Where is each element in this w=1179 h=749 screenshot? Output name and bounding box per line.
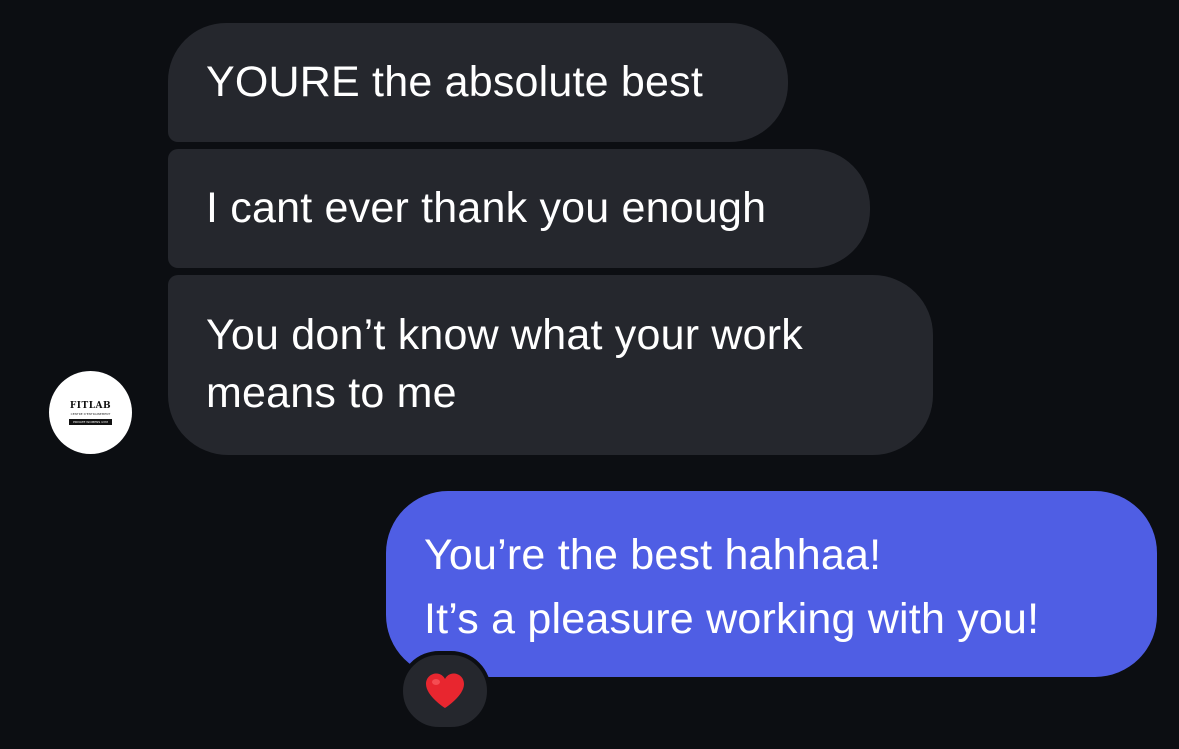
message-reaction[interactable]: [399, 651, 491, 731]
message-text: I cant ever thank you enough: [206, 184, 767, 232]
message-bubble-incoming[interactable]: YOURE the absolute best: [168, 23, 788, 142]
message-text-line: You’re the best hahhaa!: [424, 531, 882, 579]
message-bubble-incoming[interactable]: You don’t know what your work means to m…: [168, 275, 933, 455]
avatar-banner: PRIVATE WOMENS GYM: [69, 418, 112, 425]
message-bubble-outgoing[interactable]: You’re the best hahhaa! It’s a pleasure …: [386, 491, 1157, 677]
avatar-brand-logo-text: FITLAB: [69, 400, 112, 411]
message-text-line: means to me: [206, 369, 457, 417]
message-text-line: It’s a pleasure working with you!: [424, 595, 1040, 643]
avatar-tagline: CENTRE D'ENTRAINEMENT: [70, 411, 111, 416]
message-text: YOURE the absolute best: [206, 58, 703, 106]
message-text-line: You don’t know what your work: [206, 311, 803, 359]
sender-avatar[interactable]: FITLAB CENTRE D'ENTRAINEMENT PRIVATE WOM…: [49, 371, 132, 454]
message-bubble-incoming[interactable]: I cant ever thank you enough: [168, 149, 870, 268]
red-heart-icon: [426, 673, 464, 708]
